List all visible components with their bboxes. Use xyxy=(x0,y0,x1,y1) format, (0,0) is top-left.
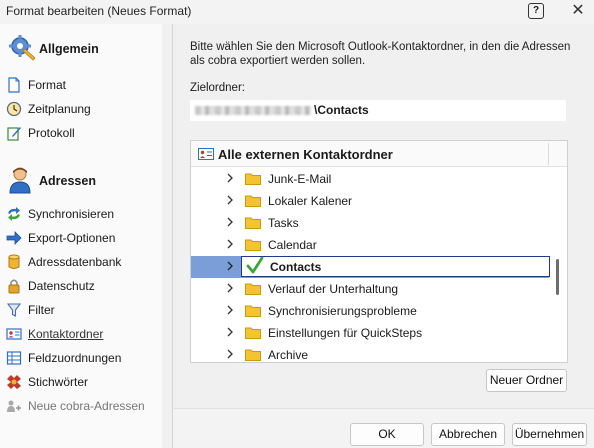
chevron-right-icon[interactable] xyxy=(225,215,235,229)
folder-node-label: Junk-E-Mail xyxy=(268,172,332,186)
document-icon xyxy=(8,77,20,93)
redacted-path xyxy=(195,106,311,115)
sidebar-item-label: Zeitplanung xyxy=(28,102,91,116)
sidebar-item-label: Feldzuordnungen xyxy=(28,351,122,365)
chevron-right-icon[interactable] xyxy=(225,171,235,185)
add-contacts-icon xyxy=(7,400,21,412)
sidebar-item-filter[interactable]: Filter xyxy=(4,299,156,321)
folder-node-label: Verlauf der Unterhaltung xyxy=(268,282,399,296)
chevron-right-icon[interactable] xyxy=(225,193,235,207)
tree-scrollbar[interactable] xyxy=(556,259,559,295)
folder-tree[interactable]: Alle externen Kontaktordner Junk-E-Mail … xyxy=(190,140,568,363)
sidebar-section-title: Allgemein xyxy=(39,42,99,56)
chevron-right-icon[interactable] xyxy=(225,303,235,317)
folder-icon xyxy=(245,327,261,339)
chevron-right-icon[interactable] xyxy=(225,347,235,361)
chevron-right-icon[interactable] xyxy=(225,237,235,251)
sidebar-item-datenschutz[interactable]: Datenschutz xyxy=(4,275,156,297)
folder-node-label: Lokaler Kalener xyxy=(268,194,353,208)
folder-icon xyxy=(245,173,261,185)
ok-button[interactable]: OK xyxy=(350,423,424,446)
chevron-right-icon[interactable] xyxy=(225,281,235,295)
sidebar-item-feldzuordnungen[interactable]: Feldzuordnungen xyxy=(4,347,156,369)
contact-card-icon xyxy=(198,148,214,160)
target-folder-label: Zielordner: xyxy=(190,82,245,94)
folder-node-synchronisierungsprobleme[interactable]: Synchronisierungsprobleme xyxy=(191,300,549,322)
folder-node-lokaler-kalener[interactable]: Lokaler Kalener xyxy=(191,190,549,212)
pen-notepad-icon xyxy=(7,127,21,141)
folder-icon xyxy=(245,349,261,361)
folder-icon xyxy=(245,305,261,317)
person-icon xyxy=(9,167,31,194)
sidebar-item-protokoll[interactable]: Protokoll xyxy=(4,122,156,144)
sidebar-item-label: Adressdatenbank xyxy=(28,255,122,269)
arrow-right-icon xyxy=(6,231,22,245)
sidebar-item-stichwoerter[interactable]: Stichwörter xyxy=(4,371,156,393)
chevron-right-icon[interactable] xyxy=(225,325,235,339)
selected-folder-box: Contacts xyxy=(241,256,550,277)
sync-icon xyxy=(8,207,20,221)
clock-icon xyxy=(6,101,22,117)
folder-node-label: Tasks xyxy=(268,216,299,230)
sidebar-item-label: Datenschutz xyxy=(28,279,95,293)
folder-icon xyxy=(245,217,261,229)
keyword-tag-icon xyxy=(7,375,21,389)
folder-tree-body: Junk-E-Mail Lokaler Kalener Tasks Calend… xyxy=(191,168,550,362)
folder-node-calendar[interactable]: Calendar xyxy=(191,234,549,256)
folder-node-contacts[interactable]: Contacts xyxy=(191,256,550,278)
folder-tree-title: Alle externen Kontaktordner xyxy=(218,147,393,162)
folder-node-label: Synchronisierungsprobleme xyxy=(268,304,417,318)
database-icon xyxy=(8,254,20,269)
gear-tools-icon xyxy=(9,35,36,61)
folder-node-label: Archive xyxy=(268,348,309,362)
sidebar-item-export-optionen[interactable]: Export-Optionen xyxy=(4,227,156,249)
folder-icon xyxy=(245,283,261,295)
folder-tree-header[interactable]: Alle externen Kontaktordner xyxy=(191,141,567,167)
table-grid-icon xyxy=(6,351,22,365)
folder-node-archive[interactable]: Archive xyxy=(191,344,549,362)
target-folder-field: \Contacts xyxy=(190,100,566,121)
checkmark-icon xyxy=(246,257,264,274)
window-title: Format bearbeiten (Neues Format) xyxy=(6,4,192,18)
contact-card-icon xyxy=(6,328,22,340)
target-folder-value: \Contacts xyxy=(314,103,369,117)
folder-node-junk-e-mail[interactable]: Junk-E-Mail xyxy=(191,168,549,190)
header-divider xyxy=(548,143,549,165)
sidebar-item-synchronisieren[interactable]: Synchronisieren xyxy=(4,203,156,225)
sidebar-item-adressdatenbank[interactable]: Adressdatenbank xyxy=(4,251,156,273)
sidebar: Allgemein Format Zeitplanung Protokoll A… xyxy=(0,24,162,448)
sidebar-item-zeitplanung[interactable]: Zeitplanung xyxy=(4,98,156,120)
filter-icon xyxy=(6,303,22,317)
padlock-icon xyxy=(8,279,20,294)
sidebar-item-kontaktordner[interactable]: Kontaktordner xyxy=(4,323,156,345)
sidebar-item-format[interactable]: Format xyxy=(4,74,156,96)
cancel-button[interactable]: Abbrechen xyxy=(431,423,505,446)
sidebar-item-label: Format xyxy=(28,78,67,92)
folder-icon xyxy=(245,195,261,207)
folder-node-label: Einstellungen für QuickSteps xyxy=(268,326,423,340)
sidebar-item-label: Filter xyxy=(28,303,55,317)
sidebar-item-label: Export-Optionen xyxy=(28,231,116,245)
new-folder-button[interactable]: Neuer Ordner xyxy=(486,369,567,392)
sidebar-item-label: Neue cobra-Adressen xyxy=(28,399,145,413)
folder-icon xyxy=(245,239,261,251)
folder-node-verlauf[interactable]: Verlauf der Unterhaltung xyxy=(191,278,549,300)
chevron-right-icon[interactable] xyxy=(225,259,235,273)
sidebar-item-label: Protokoll xyxy=(28,126,75,140)
apply-button[interactable]: Übernehmen xyxy=(512,423,587,446)
sidebar-section-title: Adressen xyxy=(39,174,96,188)
folder-node-quicksteps[interactable]: Einstellungen für QuickSteps xyxy=(191,322,549,344)
folder-node-label: Calendar xyxy=(268,238,317,252)
sidebar-item-label: Stichwörter xyxy=(28,375,89,389)
folder-node-label: Contacts xyxy=(270,260,322,274)
intro-text: Bitte wählen Sie den Microsoft Outlook-K… xyxy=(190,41,571,67)
title-bar: Format bearbeiten (Neues Format) ? ✕ xyxy=(0,0,594,24)
help-button[interactable]: ? xyxy=(528,3,544,19)
sidebar-item-label: Synchronisieren xyxy=(28,207,115,221)
folder-node-tasks[interactable]: Tasks xyxy=(191,212,549,234)
sidebar-item-label: Kontaktordner xyxy=(28,327,104,341)
close-button[interactable]: ✕ xyxy=(567,1,589,21)
sidebar-item-neue-cobra-adressen[interactable]: Neue cobra-Adressen xyxy=(4,395,156,417)
